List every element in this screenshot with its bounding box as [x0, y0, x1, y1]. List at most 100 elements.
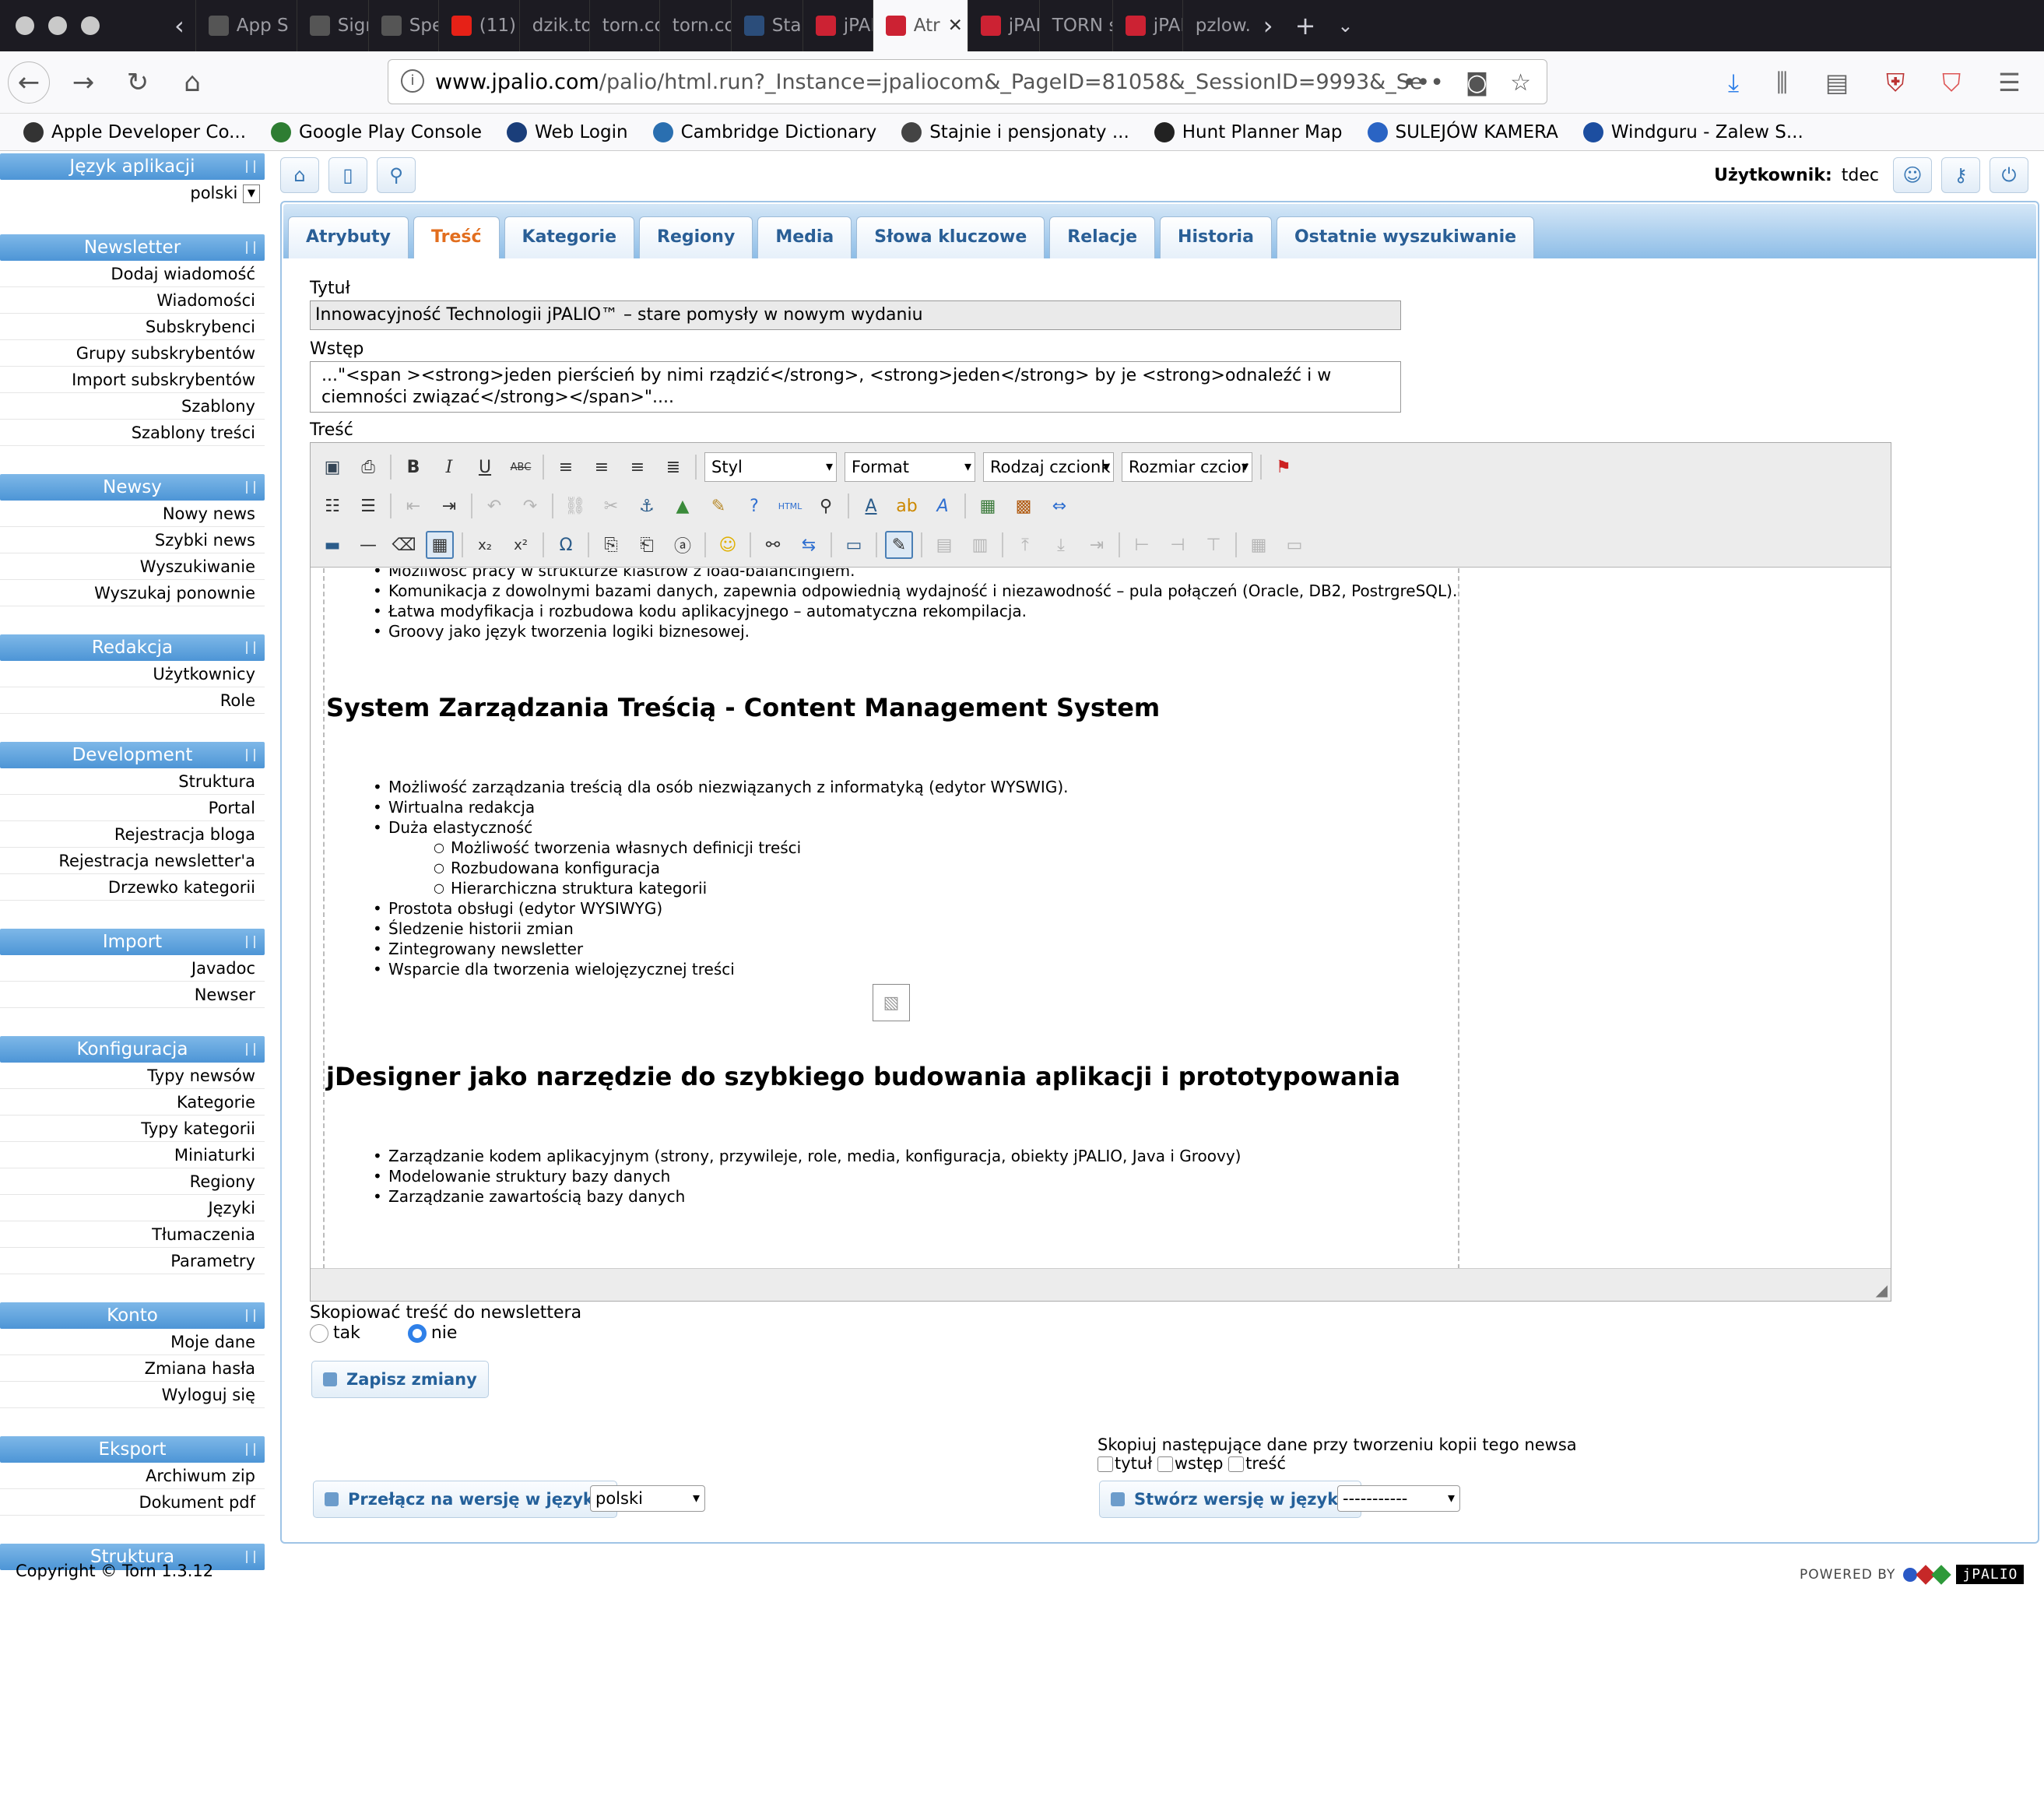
close-window-button[interactable] — [16, 16, 34, 35]
save-button[interactable]: Zapisz zmiany — [311, 1361, 489, 1398]
editor-content[interactable]: Możliwość pracy w strukturze klastrów z … — [311, 568, 1891, 1269]
subscript-icon[interactable]: x₂ — [471, 531, 499, 559]
table-cell-props-icon[interactable]: ▥ — [966, 531, 994, 559]
sidebar-item[interactable]: Subskrybenci — [0, 314, 265, 340]
tab-regiony[interactable]: Regiony — [639, 216, 753, 258]
sidebar-group-header[interactable]: Redakcja — [0, 634, 265, 661]
sidebar-item[interactable]: Nowy news — [0, 501, 265, 527]
create-version-select[interactable]: ----------- — [1337, 1485, 1460, 1512]
find-icon[interactable]: ⚯ — [759, 531, 787, 559]
browser-tab[interactable]: pzlow.pl/p — [1182, 0, 1252, 51]
pocket-icon[interactable]: ◙ — [1466, 69, 1488, 97]
gallery-icon[interactable]: ▩ — [1010, 492, 1038, 520]
link-icon[interactable]: ⛓ — [561, 492, 589, 520]
browser-tab[interactable]: TORN sp. z — [1038, 0, 1112, 51]
line-icon[interactable]: — — [354, 531, 382, 559]
delete-row-icon[interactable]: ⇥ — [1083, 531, 1111, 559]
split-cells-icon[interactable]: ▦ — [1245, 531, 1273, 559]
col-after-icon[interactable]: ⊣ — [1164, 531, 1192, 559]
browser-tab[interactable]: Stand — [730, 0, 802, 51]
sidebar-item[interactable]: Portal — [0, 795, 265, 821]
sidebar-item[interactable]: Javadoc — [0, 955, 265, 982]
bookmark-item[interactable]: Google Play Console — [271, 121, 482, 142]
table-row-props-icon[interactable]: ▤ — [930, 531, 958, 559]
strikethrough-icon[interactable]: ABC — [507, 453, 535, 481]
undo-icon[interactable]: ↶ — [480, 492, 508, 520]
language-flag-icon[interactable]: ⚑ — [1270, 453, 1298, 481]
browser-tab[interactable]: Atr ✕ — [872, 0, 968, 51]
styles-icon[interactable]: A — [929, 492, 957, 520]
visual-aid-icon[interactable]: ✎ — [885, 531, 913, 559]
browser-tab[interactable]: jPALIO — [802, 0, 873, 51]
align-right-icon[interactable]: ≡ — [623, 453, 651, 481]
replace-icon[interactable]: ⇆ — [795, 531, 823, 559]
logout-power-icon[interactable]: ⏻ — [1990, 157, 2028, 193]
align-center-icon[interactable]: ≡ — [588, 453, 616, 481]
sidebar-group-header[interactable]: Konto — [0, 1302, 265, 1329]
sidebar-item[interactable]: Newser — [0, 982, 265, 1008]
sidebar-item[interactable]: Moje dane — [0, 1329, 265, 1355]
horizontal-rule-icon[interactable]: ▬ — [318, 531, 346, 559]
copy-content-checkbox[interactable] — [1228, 1456, 1245, 1472]
tab-relacje[interactable]: Relacje — [1049, 216, 1156, 258]
sidebar-item[interactable]: Tłumaczenia — [0, 1221, 265, 1248]
bookmark-item[interactable]: SULEJÓW KAMERA — [1367, 121, 1558, 142]
zoom-icon[interactable]: ⚲ — [812, 492, 840, 520]
browser-tab[interactable]: torn.com.p — [659, 0, 731, 51]
paste-text-icon[interactable]: ⎗ — [633, 531, 661, 559]
sidebar-item[interactable]: Użytkownicy — [0, 661, 265, 687]
html-icon[interactable]: HTML — [776, 492, 804, 520]
title-input[interactable]: Innowacyjność Technologii jPALIO™ – star… — [310, 300, 1401, 330]
col-before-icon[interactable]: ⊢ — [1128, 531, 1156, 559]
sidebar-item[interactable]: Rejestracja bloga — [0, 821, 265, 848]
sidebar-toggle-icon[interactable]: ▤ — [1825, 68, 1849, 97]
bookmark-item[interactable]: Web Login — [507, 121, 628, 142]
sidebar-item[interactable]: Dokument pdf — [0, 1489, 265, 1516]
browser-tab[interactable]: jPALIO — [967, 0, 1039, 51]
sidebar-item[interactable]: Zmiana hasła — [0, 1355, 265, 1382]
paste-word-icon[interactable]: ⓐ — [669, 531, 697, 559]
sidebar-item[interactable]: Wyszukaj ponownie — [0, 580, 265, 606]
bookmark-item[interactable]: Windguru - Zalew S... — [1582, 121, 1803, 142]
tabs-scroll-right-icon[interactable]: › — [1252, 11, 1284, 40]
bullet-list-icon[interactable]: ☷ — [318, 492, 346, 520]
embed-icon[interactable]: ⇔ — [1045, 492, 1073, 520]
forward-icon[interactable]: → — [62, 61, 104, 104]
tab-atrybuty[interactable]: Atrybuty — [288, 216, 409, 258]
home-icon[interactable]: ⌂ — [171, 61, 213, 104]
outdent-icon[interactable]: ⇤ — [399, 492, 427, 520]
delete-col-icon[interactable]: ⊤ — [1199, 531, 1227, 559]
bookmark-star-icon[interactable]: ☆ — [1510, 69, 1531, 97]
maximize-window-button[interactable] — [81, 16, 100, 35]
unlink-icon[interactable]: ✂ — [597, 492, 625, 520]
sidebar-item[interactable]: Parametry — [0, 1248, 265, 1274]
download-icon[interactable]: ⤓ — [1728, 68, 1739, 98]
font-size-select[interactable]: Rozmiar czcior — [1122, 452, 1252, 482]
background-color-icon[interactable]: ab — [893, 492, 921, 520]
menu-icon[interactable]: ☰ — [1998, 68, 2021, 97]
sidebar-item[interactable]: Języki — [0, 1195, 265, 1221]
underline-icon[interactable]: U — [471, 453, 499, 481]
close-tab-icon[interactable]: ✕ — [948, 16, 963, 36]
emoticon-icon[interactable]: ☺ — [714, 531, 742, 559]
tab-historia[interactable]: Historia — [1160, 216, 1272, 258]
text-color-icon[interactable]: A — [857, 492, 885, 520]
sidebar-group-header[interactable]: Newsletter — [0, 234, 265, 261]
sidebar-group-header[interactable]: Development — [0, 742, 265, 768]
cleanup-icon[interactable]: ✎ — [704, 492, 732, 520]
reload-icon[interactable]: ↻ — [117, 61, 159, 104]
sidebar-item[interactable]: Rejestracja newsletter'a — [0, 848, 265, 874]
bookmark-item[interactable]: Hunt Planner Map — [1154, 121, 1343, 142]
sidebar-item[interactable]: Wiadomości — [0, 287, 265, 314]
sidebar-item[interactable]: Grupy subskrybentów — [0, 340, 265, 367]
tabs-scroll-left-icon[interactable]: ‹ — [163, 11, 195, 40]
library-icon[interactable]: ⫼ — [1776, 68, 1788, 98]
sidebar-group-header[interactable]: Eksport — [0, 1436, 265, 1463]
browser-tab[interactable]: dzik.torn.c — [518, 0, 589, 51]
url-bar[interactable]: i www.jpalio.com/palio/html.run?_Instanc… — [388, 59, 1547, 104]
align-justify-icon[interactable]: ≣ — [659, 453, 687, 481]
tab-ostatnie-wyszukiwanie[interactable]: Ostatnie wyszukiwanie — [1276, 216, 1535, 258]
intro-textarea[interactable]: ..."<span ><strong>jeden pierścień by ni… — [310, 361, 1401, 413]
sidebar-item[interactable]: Role — [0, 687, 265, 714]
bold-icon[interactable]: B — [399, 453, 427, 481]
